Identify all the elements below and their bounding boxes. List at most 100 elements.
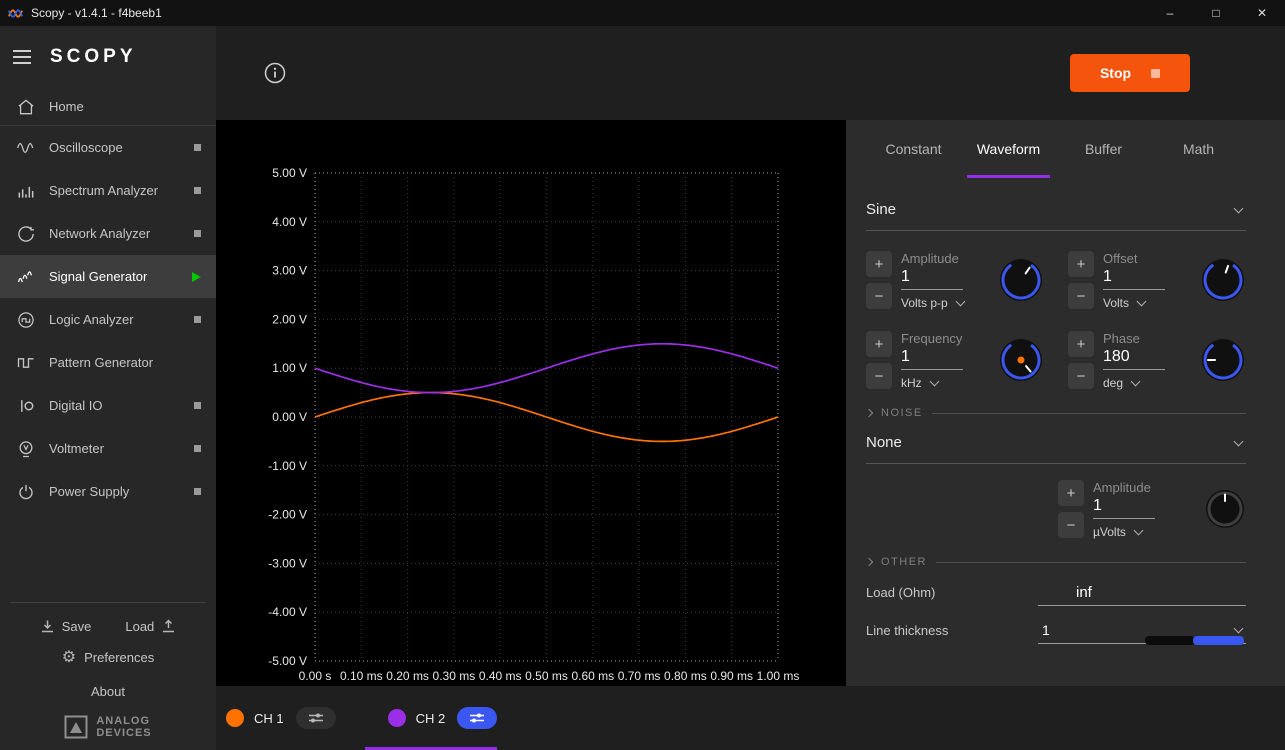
decrement-button[interactable]: − [1068, 283, 1094, 309]
save-load-row: Save Load [0, 619, 216, 634]
offset-knob[interactable] [1200, 257, 1246, 303]
sidebar-footer: Save Load ⚙ Preferences About ANALOG [0, 602, 216, 750]
load-button[interactable]: Load [125, 619, 176, 634]
phase-knob[interactable] [1200, 337, 1246, 383]
offset-unit-value: Volts [1103, 296, 1129, 310]
channel-2-settings-button[interactable] [457, 707, 497, 729]
svg-text:0.10 ms: 0.10 ms [340, 669, 383, 683]
increment-button[interactable]: + [866, 331, 892, 357]
stop-square-icon [1151, 69, 1160, 78]
increment-button[interactable]: + [1068, 331, 1094, 357]
power-supply-icon [16, 482, 36, 502]
channel-1-toggle[interactable]: CH 1 [226, 707, 336, 729]
frequency-knob[interactable] [998, 337, 1044, 383]
hamburger-menu-icon[interactable] [12, 49, 32, 65]
close-button[interactable]: ✕ [1239, 0, 1285, 26]
sidebar-item-pattern-generator[interactable]: Pattern Generator [0, 341, 216, 384]
sidebar-item-logic-analyzer[interactable]: Logic Analyzer [0, 298, 216, 341]
offset-unit-select[interactable]: Volts [1103, 296, 1200, 310]
info-button[interactable] [263, 61, 287, 85]
amplitude-label: Amplitude [901, 251, 998, 266]
save-label: Save [62, 619, 92, 634]
sidebar-item-oscilloscope[interactable]: Oscilloscope [0, 126, 216, 169]
frequency-label: Frequency [901, 331, 998, 346]
save-button[interactable]: Save [40, 619, 92, 634]
decrement-button[interactable]: − [1058, 512, 1084, 538]
frequency-value-input[interactable]: 1 [901, 346, 963, 370]
phase-control: + − Phase 180 deg [1068, 327, 1246, 393]
channel-2-label: CH 2 [416, 711, 446, 726]
load-input[interactable]: inf [1038, 584, 1246, 606]
svg-text:-5.00 V: -5.00 V [268, 654, 307, 668]
amplitude-value-input[interactable]: 1 [901, 266, 963, 290]
amplitude-unit-select[interactable]: Volts p-p [901, 296, 998, 310]
channel-2-color-dot[interactable] [388, 709, 406, 727]
tab-buffer[interactable]: Buffer [1056, 120, 1151, 178]
noise-amplitude-label: Amplitude [1093, 480, 1204, 495]
waveform-type-select[interactable]: Sine [866, 192, 1246, 231]
sidebar-item-voltmeter[interactable]: Voltmeter [0, 427, 216, 470]
channel-1-color-dot[interactable] [226, 709, 244, 727]
preferences-button[interactable]: ⚙ Preferences [0, 650, 216, 666]
increment-button[interactable]: + [866, 251, 892, 277]
decrement-button[interactable]: − [866, 283, 892, 309]
noise-section-header[interactable]: NOISE [866, 407, 1246, 419]
phase-value-input[interactable]: 180 [1103, 346, 1165, 370]
sidebar-item-power-supply[interactable]: Power Supply [0, 470, 216, 513]
decrement-button[interactable]: − [1068, 363, 1094, 389]
sidebar-item-label: Home [49, 99, 84, 114]
svg-text:0.00 s: 0.00 s [299, 669, 332, 683]
sidebar-item-signal-generator[interactable]: Signal Generator [0, 255, 216, 298]
home-icon [16, 97, 36, 117]
stop-button[interactable]: Stop [1070, 54, 1190, 92]
stop-label: Stop [1100, 65, 1131, 81]
tab-constant[interactable]: Constant [866, 120, 961, 178]
noise-type-select[interactable]: None [866, 425, 1246, 464]
noise-amplitude-unit-select[interactable]: µVolts [1093, 525, 1204, 539]
brand-text: ANALOG DEVICES [96, 715, 151, 740]
svg-text:-3.00 V: -3.00 V [268, 556, 307, 570]
sidebar-item-network-analyzer[interactable]: Network Analyzer [0, 212, 216, 255]
tab-waveform[interactable]: Waveform [961, 120, 1056, 178]
analog-devices-icon [64, 715, 88, 739]
app-logo-text: SCOPY [50, 46, 137, 68]
minimize-button[interactable]: – [1147, 0, 1193, 26]
app-logo-icon [8, 6, 23, 21]
tune-sliders-icon [307, 712, 325, 724]
other-section-label: OTHER [881, 556, 927, 568]
sidebar-item-label: Power Supply [49, 484, 129, 499]
noise-amplitude-knob[interactable] [1204, 488, 1246, 530]
decrement-button[interactable]: − [866, 363, 892, 389]
oscilloscope-icon [16, 138, 36, 158]
frequency-unit-select[interactable]: kHz [901, 376, 998, 390]
amplitude-knob[interactable] [998, 257, 1044, 303]
panel-horizontal-scrollbar[interactable] [1145, 636, 1246, 645]
chevron-right-icon [865, 409, 873, 417]
sidebar-item-digital-io[interactable]: Digital IO [0, 384, 216, 427]
phase-unit-select[interactable]: deg [1103, 376, 1200, 390]
increment-button[interactable]: + [1058, 480, 1084, 506]
save-download-icon [40, 619, 55, 634]
maximize-button[interactable]: □ [1193, 0, 1239, 26]
main-area: Stop 5.00 V4.00 V3.00 V2.00 V1.00 V0.00 … [216, 26, 1285, 750]
offset-stepper: + − [1068, 251, 1094, 309]
increment-button[interactable]: + [1068, 251, 1094, 277]
load-label: Load [125, 619, 154, 634]
offset-value-input[interactable]: 1 [1103, 266, 1165, 290]
scrollbar-thumb[interactable] [1193, 636, 1244, 645]
sidebar-nav: Home Oscilloscope Spectrum Analyzer Netw… [0, 88, 216, 513]
stopped-indicator [194, 144, 201, 151]
content: 5.00 V4.00 V3.00 V2.00 V1.00 V0.00 V-1.0… [216, 120, 1285, 686]
sidebar-item-spectrum-analyzer[interactable]: Spectrum Analyzer [0, 169, 216, 212]
channel-1-settings-button[interactable] [296, 707, 336, 729]
sidebar-item-home[interactable]: Home [0, 88, 216, 126]
window-title: Scopy - v1.4.1 - f4beeb1 [31, 6, 162, 20]
noise-amplitude-value-input[interactable]: 1 [1093, 495, 1155, 519]
channel-2-toggle[interactable]: CH 2 [388, 707, 498, 729]
amplitude-fields: Amplitude 1 Volts p-p [892, 251, 998, 310]
svg-text:0.90 ms: 0.90 ms [710, 669, 753, 683]
other-section-header[interactable]: OTHER [866, 556, 1246, 568]
line-thickness-label: Line thickness [866, 623, 1038, 644]
about-button[interactable]: About [0, 684, 216, 699]
tab-math[interactable]: Math [1151, 120, 1246, 178]
